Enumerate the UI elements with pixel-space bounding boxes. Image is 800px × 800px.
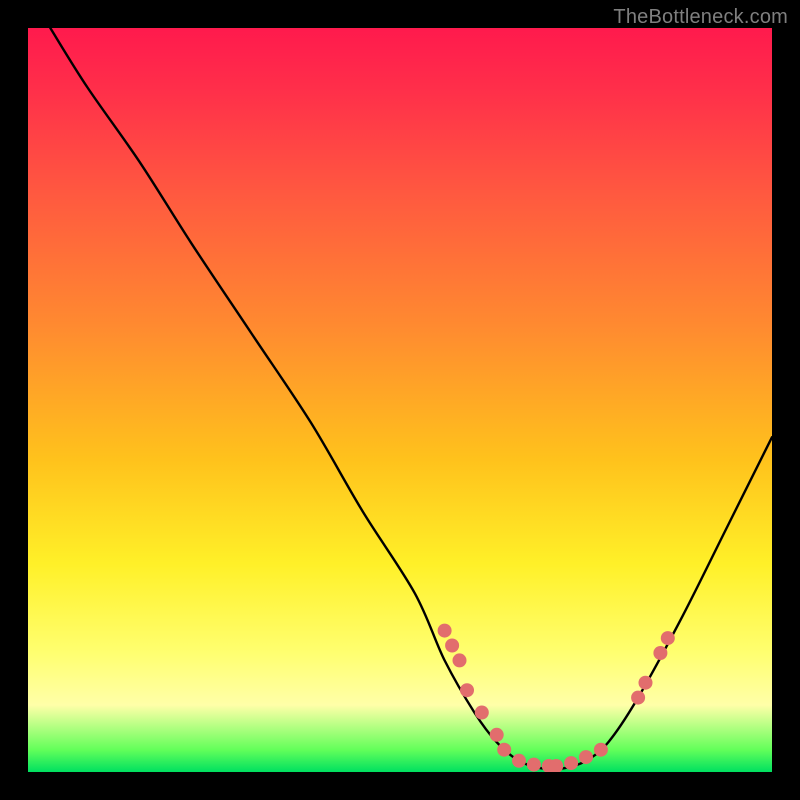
data-marker [594,743,608,757]
data-marker [527,758,541,772]
data-marker [490,728,504,742]
data-marker [512,754,526,768]
data-marker [653,646,667,660]
data-marker [579,750,593,764]
data-marker [497,743,511,757]
watermark-text: TheBottleneck.com [613,6,788,29]
data-marker [631,691,645,705]
data-marker [564,756,578,770]
chart-plot-area [28,28,772,772]
curve-svg-layer [28,28,772,772]
marker-group [438,624,675,772]
data-marker [639,676,653,690]
data-marker [445,639,459,653]
data-marker [438,624,452,638]
data-marker [661,631,675,645]
data-marker [475,706,489,720]
data-marker [460,683,474,697]
data-marker [453,653,467,667]
